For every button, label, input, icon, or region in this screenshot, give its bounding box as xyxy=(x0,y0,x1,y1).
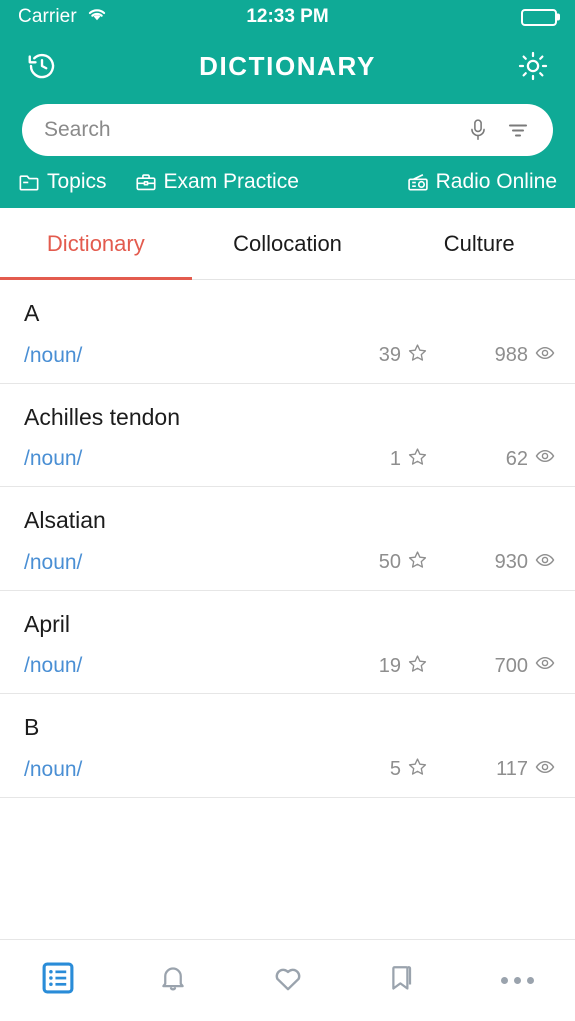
table-row[interactable]: Achilles tendon /noun/ 1 62 xyxy=(0,384,575,487)
quick-link-topics[interactable]: Topics xyxy=(18,170,107,194)
eye-icon xyxy=(535,343,555,369)
star-icon xyxy=(408,757,427,782)
bottom-nav-list[interactable] xyxy=(0,940,115,1021)
word-pos: /noun/ xyxy=(24,447,83,470)
star-icon xyxy=(408,654,427,679)
history-icon[interactable] xyxy=(22,46,62,86)
favorite-count: 50 xyxy=(379,550,427,575)
tab-culture-label: Culture xyxy=(443,230,515,256)
favorite-count-value: 1 xyxy=(389,447,401,470)
header-region: Carrier 12:33 PM DICTIONARY Search Topic… xyxy=(0,0,575,208)
briefcase-icon xyxy=(135,172,157,192)
word-term: April xyxy=(24,610,71,637)
filter-icon[interactable] xyxy=(501,113,535,147)
favorite-count: 19 xyxy=(379,654,427,679)
table-row[interactable]: B /noun/ 5 117 xyxy=(0,694,575,798)
word-meta: /noun/ 39 988 xyxy=(24,343,555,369)
eye-icon xyxy=(535,446,555,472)
heart-icon xyxy=(272,962,304,999)
radio-icon xyxy=(407,172,429,192)
table-row[interactable]: April /noun/ 19 700 xyxy=(0,591,575,694)
table-row[interactable]: Alsatian /noun/ 50 930 xyxy=(0,487,575,591)
view-count: 988 xyxy=(469,343,555,369)
view-count: 700 xyxy=(469,653,555,679)
bookmark-icon xyxy=(388,963,418,998)
bell-icon xyxy=(158,963,188,998)
favorite-count-value: 19 xyxy=(378,654,401,677)
quick-link-radio-online-label: Radio Online xyxy=(435,170,557,193)
quick-link-exam-practice[interactable]: Exam Practice xyxy=(135,170,299,194)
eye-icon xyxy=(535,653,555,679)
favorite-count: 39 xyxy=(379,343,427,368)
word-meta: /noun/ 5 117 xyxy=(24,757,555,783)
more-dot xyxy=(501,977,508,984)
tab-bar: Dictionary Collocation Culture xyxy=(0,208,575,280)
bottom-navigation-bar xyxy=(0,939,575,1021)
status-bar: Carrier 12:33 PM xyxy=(0,0,575,34)
bottom-nav-more[interactable] xyxy=(460,940,575,1021)
status-left-group: Carrier xyxy=(18,6,108,28)
word-meta: /noun/ 50 930 xyxy=(24,550,555,576)
view-count-value: 988 xyxy=(494,344,528,366)
app-screen: Carrier 12:33 PM DICTIONARY Search Topic… xyxy=(0,0,575,1021)
bottom-nav-favorites[interactable] xyxy=(230,940,345,1021)
word-pos: /noun/ xyxy=(24,654,83,677)
wifi-icon xyxy=(86,6,108,28)
battery-full-icon xyxy=(521,8,557,26)
carrier-label: Carrier xyxy=(18,6,77,27)
eye-icon xyxy=(535,550,555,576)
quick-links-bar: Topics Exam Practice Radio Online xyxy=(0,156,575,208)
view-count-value: 930 xyxy=(494,551,528,573)
word-term: Alsatian xyxy=(24,507,106,533)
view-count: 930 xyxy=(469,550,555,576)
word-term: B xyxy=(24,714,40,740)
word-meta: /noun/ 1 62 xyxy=(24,446,555,472)
status-right-group xyxy=(521,8,557,26)
table-row[interactable]: A /noun/ 39 988 xyxy=(0,280,575,384)
quick-link-topics-label: Topics xyxy=(47,170,107,193)
word-pos: /noun/ xyxy=(24,550,83,574)
search-bar-wrapper xyxy=(0,98,575,156)
view-count-value: 700 xyxy=(494,654,528,677)
favorite-count-value: 5 xyxy=(389,758,401,780)
view-count: 62 xyxy=(469,446,555,472)
navigation-bar: DICTIONARY xyxy=(0,34,575,98)
tab-dictionary[interactable]: Dictionary xyxy=(0,208,192,280)
star-icon xyxy=(408,447,427,472)
word-pos: /noun/ xyxy=(24,343,83,367)
microphone-icon[interactable] xyxy=(461,113,495,147)
bottom-nav-bookmarks[interactable] xyxy=(345,940,460,1021)
more-dot xyxy=(514,977,521,984)
eye-icon xyxy=(535,757,555,783)
star-icon xyxy=(408,343,427,368)
word-term: Achilles tendon xyxy=(24,403,180,430)
folder-icon xyxy=(18,172,40,192)
tab-dictionary-label: Dictionary xyxy=(46,230,145,256)
more-icon xyxy=(501,977,534,984)
quick-link-exam-practice-label: Exam Practice xyxy=(163,170,299,193)
tab-culture[interactable]: Culture xyxy=(383,208,575,279)
quick-link-radio-online[interactable]: Radio Online xyxy=(407,170,557,194)
favorite-count: 1 xyxy=(390,447,427,472)
more-dot xyxy=(527,977,534,984)
search-input[interactable] xyxy=(44,118,455,142)
favorite-count-value: 39 xyxy=(378,344,401,366)
list-icon xyxy=(41,961,75,1000)
favorite-count-value: 50 xyxy=(378,551,401,573)
word-term: A xyxy=(24,300,40,326)
search-bar[interactable] xyxy=(22,104,553,156)
view-count-value: 117 xyxy=(496,758,528,780)
bottom-nav-notifications[interactable] xyxy=(115,940,230,1021)
word-meta: /noun/ 19 700 xyxy=(24,653,555,679)
view-count-value: 62 xyxy=(505,447,528,470)
page-title: DICTIONARY xyxy=(199,50,376,81)
tab-collocation-label: Collocation xyxy=(233,230,342,256)
word-pos: /noun/ xyxy=(24,757,83,781)
favorite-count: 5 xyxy=(390,757,427,782)
view-count: 117 xyxy=(469,757,555,783)
tab-collocation[interactable]: Collocation xyxy=(192,208,384,279)
brightness-icon[interactable] xyxy=(513,46,553,86)
star-icon xyxy=(408,550,427,575)
word-list[interactable]: A /noun/ 39 988 Achilles tendon /noun/ 1… xyxy=(0,280,575,939)
